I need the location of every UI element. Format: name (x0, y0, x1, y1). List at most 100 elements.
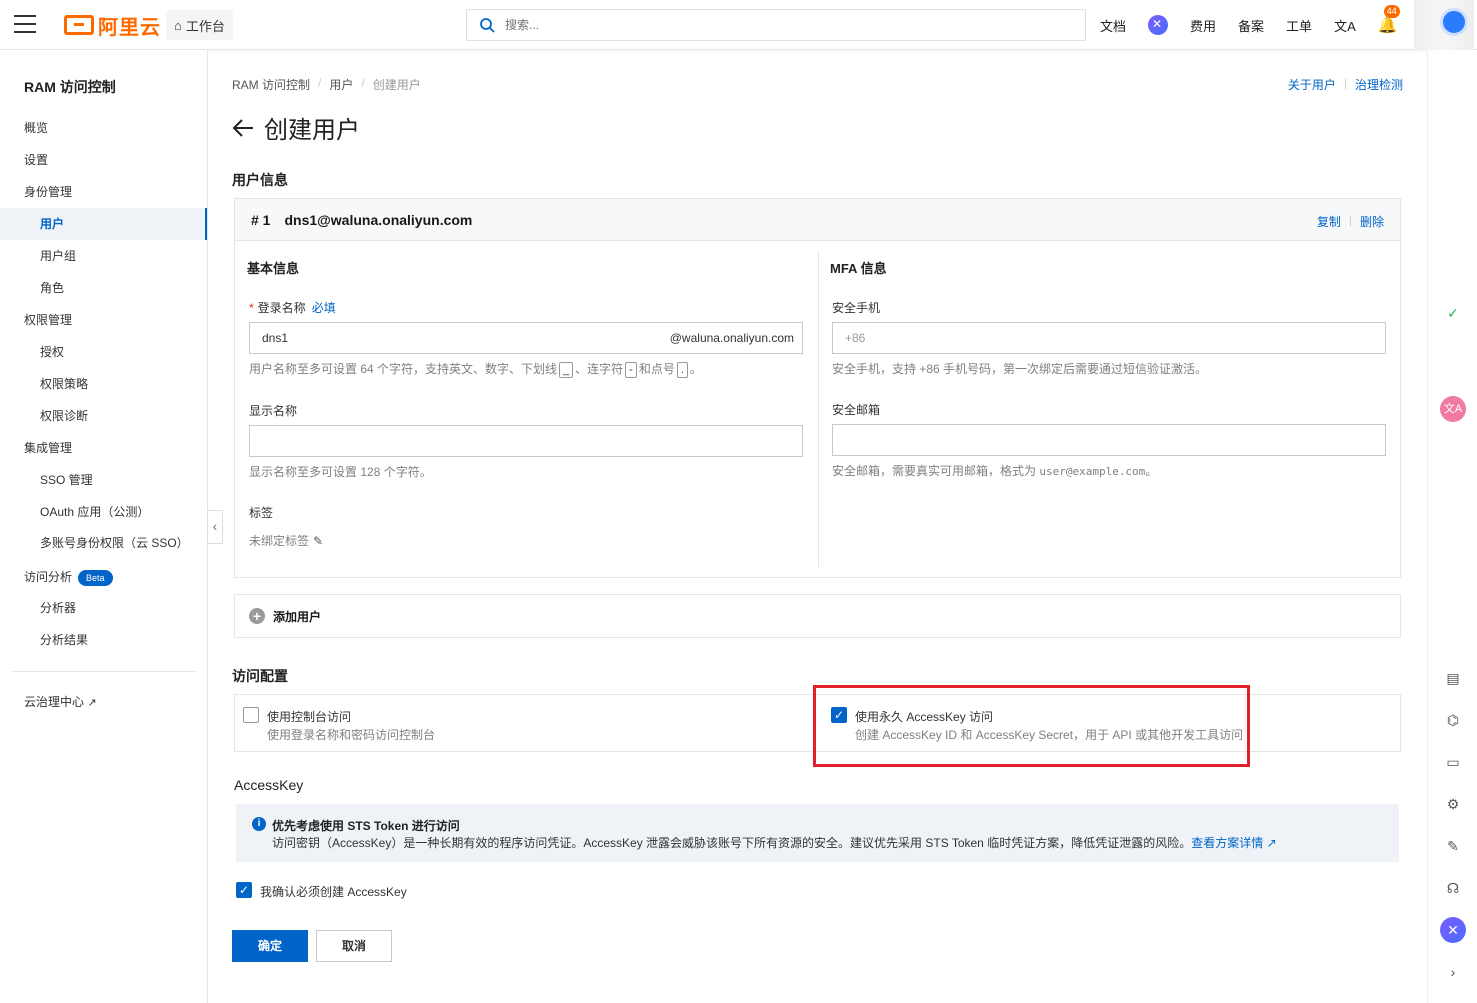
link-separator: | (1348, 213, 1352, 227)
breadcrumb: RAM 访问控制 / 用户 / 创建用户 (232, 76, 421, 93)
login-name-field[interactable]: dns1 @waluna.onaliyun.com (249, 322, 803, 354)
ai-assistant-icon[interactable]: ✕ (1440, 917, 1466, 943)
console-access-checkbox[interactable] (243, 707, 259, 723)
kbd-dot: . (676, 362, 688, 378)
login-name-label-text: 登录名称 (257, 301, 306, 315)
sidebar-item-oauth[interactable]: OAuth 应用（公测） (0, 496, 207, 528)
sidebar-group-integration[interactable]: 集成管理 (0, 432, 207, 464)
phone-hint: 安全手机，支持 +86 手机号码，第一次绑定后需要通过短信验证激活。 (832, 362, 1208, 376)
sidebar-divider (12, 671, 195, 672)
sidebar-group-identity[interactable]: 身份管理 (0, 176, 207, 208)
accesskey-title: AccessKey (234, 777, 304, 793)
sidebar-item-settings[interactable]: 设置 (0, 144, 207, 176)
display-name-hint: 显示名称至多可设置 128 个字符。 (249, 465, 432, 479)
sidebar-item-analysis-results[interactable]: 分析结果 (0, 624, 207, 656)
sidebar-item-grants[interactable]: 授权 (0, 336, 207, 368)
ai-assistant-icon[interactable] (1148, 15, 1169, 35)
code-icon[interactable]: ⌬ (1440, 707, 1466, 733)
sidebar: RAM 访问控制 概览 设置 身份管理 用户 用户组 角色 权限管理 授权 权限… (0, 50, 208, 1003)
terminal-icon[interactable]: ▭ (1440, 749, 1466, 775)
search-box[interactable] (466, 9, 1086, 41)
top-bar: 阿里云 ⌂ 工作台 文档 费用 备案 工单 文A 🔔44 (0, 0, 1477, 50)
copy-user-link[interactable]: 复制 (1317, 213, 1341, 230)
nav-docs[interactable]: 文档 (1100, 16, 1126, 35)
sidebar-link-governance[interactable]: 云治理中心 ↗ (0, 686, 207, 718)
menu-icon[interactable] (14, 15, 36, 33)
bell-icon[interactable]: 🔔 44 (1378, 5, 1400, 35)
confirm-accesskey-label[interactable]: 我确认必须创建 AccessKey (260, 883, 407, 900)
translate-app-icon[interactable]: 文A (1440, 396, 1466, 422)
breadcrumb-users[interactable]: 用户 (329, 76, 353, 93)
sidebar-item-users[interactable]: 用户 (0, 208, 207, 240)
sidebar-item-overview[interactable]: 概览 (0, 112, 207, 144)
confirm-accesskey-checkbox[interactable]: ✓ (236, 882, 252, 898)
governance-check-link[interactable]: 治理检测 (1355, 76, 1403, 93)
basic-info-title: 基本信息 (247, 261, 300, 276)
sidebar-item-diagnosis[interactable]: 权限诊断 (0, 400, 207, 432)
sidebar-item-roles[interactable]: 角色 (0, 272, 207, 304)
annotation-highlight-box (813, 685, 1250, 767)
page-title-text: 创建用户 (264, 117, 360, 144)
sidebar-title: RAM 访问控制 (24, 79, 116, 95)
sidebar-item-analyzer[interactable]: 分析器 (0, 592, 207, 624)
display-name-field[interactable] (249, 425, 803, 457)
tags-value[interactable]: 未绑定标签 ✎ (249, 532, 323, 549)
login-name-hint: 用户名称至多可设置 64 个字符，支持英文、数字、下划线 _ 、连字符 - 和点号.。 (249, 360, 702, 378)
cancel-button[interactable]: 取消 (316, 930, 392, 962)
translate-icon[interactable]: 文A (1334, 16, 1356, 35)
user-index: # 1 (251, 211, 271, 228)
ok-button[interactable]: 确定 (232, 930, 308, 962)
hint-text: 。 (689, 362, 702, 376)
access-config-title: 访问配置 (232, 668, 288, 684)
login-name-value: dns1 (262, 331, 289, 345)
nav-icp[interactable]: 备案 (1238, 16, 1264, 35)
about-users-link[interactable]: 关于用户 (1288, 76, 1336, 93)
required-link[interactable]: 必填 (312, 301, 336, 315)
delete-user-link[interactable]: 删除 (1360, 213, 1384, 230)
console-access-title[interactable]: 使用控制台访问 (267, 708, 351, 725)
user-card-header: # 1 dns1@waluna.onaliyun.com 复制 | 删除 (235, 199, 1400, 241)
nav-tickets[interactable]: 工单 (1286, 16, 1312, 35)
email-field[interactable] (832, 424, 1386, 456)
home-icon: ⌂ (174, 17, 182, 33)
breadcrumb-separator: / (361, 76, 365, 90)
sidebar-item-policies[interactable]: 权限策略 (0, 368, 207, 400)
logo-mark-icon (64, 15, 94, 35)
notice-title: 优先考虑使用 STS Token 进行访问 (272, 819, 460, 833)
aliyun-logo[interactable]: 阿里云 (64, 12, 161, 39)
edit-icon[interactable]: ✎ (313, 534, 323, 548)
nav-billing[interactable]: 费用 (1190, 16, 1216, 35)
search-input[interactable] (505, 18, 905, 32)
view-solution-link[interactable]: 查看方案详情 ↗ (1191, 836, 1276, 850)
add-user-button[interactable]: + 添加用户 (234, 594, 1401, 638)
info-icon: i (252, 817, 266, 831)
email-hint: 安全邮箱，需要真实可用邮箱，格式为 user@example.com。 (832, 462, 1157, 479)
sidebar-collapse-handle[interactable]: ‹ (207, 510, 223, 544)
view-solution-label: 查看方案详情 (1191, 836, 1264, 850)
gear-icon[interactable]: ⚙ (1440, 791, 1466, 817)
beta-badge: Beta (78, 569, 113, 586)
breadcrumb-ram[interactable]: RAM 访问控制 (232, 76, 310, 93)
sidebar-group-permissions[interactable]: 权限管理 (0, 304, 207, 336)
pen-icon[interactable]: ✎ (1440, 833, 1466, 859)
phone-field[interactable]: +86 (832, 322, 1386, 354)
hint-text: 和点号 (638, 362, 675, 376)
kbd-hyphen: - (625, 362, 637, 378)
tags-label: 标签 (249, 506, 274, 520)
sidebar-item-sso[interactable]: SSO 管理 (0, 464, 207, 496)
avatar[interactable] (1440, 8, 1468, 36)
notice-body: 访问密钥（AccessKey）是一种长期有效的程序访问凭证。AccessKey … (272, 836, 1192, 850)
checkmark-app-icon[interactable]: ✓ (1440, 300, 1466, 326)
user-email-heading: dns1@waluna.onaliyun.com (284, 211, 473, 228)
support-icon[interactable]: ☊ (1440, 875, 1466, 901)
phone-label: 安全手机 (832, 301, 881, 315)
chevron-right-icon[interactable]: › (1440, 959, 1466, 985)
user-card-ops: 复制 | 删除 (1317, 213, 1384, 230)
workbench-label: 工作台 (185, 18, 225, 34)
sidebar-group-access-analysis[interactable]: 访问分析 Beta (0, 561, 207, 593)
back-arrow-icon[interactable] (232, 118, 254, 137)
sidebar-item-cloud-sso[interactable]: 多账号身份权限（云 SSO） (0, 527, 207, 559)
workbench-button[interactable]: ⌂ 工作台 (166, 10, 233, 40)
sidebar-item-user-groups[interactable]: 用户组 (0, 240, 207, 272)
notes-icon[interactable]: ▤ (1440, 665, 1466, 691)
